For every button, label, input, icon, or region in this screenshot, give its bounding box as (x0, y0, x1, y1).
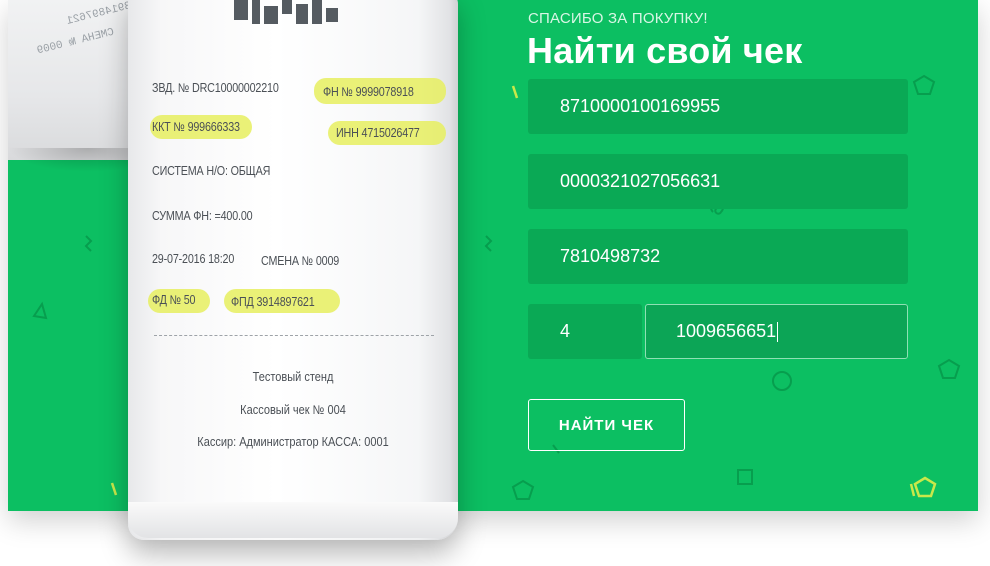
dash-icon (110, 482, 118, 496)
receipt-fd: ФД № 50 (152, 293, 196, 307)
fn-input-value: 8710000100169955 (560, 96, 721, 116)
receipt-stand: Тестовый стенд (252, 370, 334, 384)
receipt-fn: ФН № 9999078918 (323, 85, 414, 99)
receipt-zvd: ЗВД. № DRC10000002210 (152, 81, 279, 95)
background-receipt-line: СМЕНА № 0009 (35, 26, 116, 58)
kkt-input-value: 0000321027056631 (560, 171, 721, 191)
fd-input-value: 4 (560, 321, 571, 341)
receipt-inn: ИНН 4715026477 (336, 126, 420, 140)
fn-input[interactable]: 8710000100169955 (528, 79, 908, 134)
background-receipt-line: 3914897621 (65, 0, 133, 28)
receipt-illustration: ЗВД. № DRC10000002210 ФН № 9999078918 КК… (126, 0, 462, 566)
fpd-input-value: 1009656651 (676, 321, 777, 341)
triangle-icon (32, 301, 48, 320)
square-icon (737, 469, 753, 485)
page-subtitle: СПАСИБО ЗА ПОКУПКУ! (528, 10, 708, 27)
fd-input[interactable]: 4 (528, 304, 642, 359)
receipt-system: СИСТЕМА Н/О: ОБЩАЯ (152, 164, 271, 178)
pentagon-icon (511, 479, 535, 500)
receipt-cashier: Кассир: Администратор КАССА: 0001 (197, 435, 389, 449)
qr-code-icon (234, 0, 338, 24)
text-cursor (777, 321, 779, 342)
receipt-date: 29-07-2016 18:20 (152, 252, 235, 266)
pentagon-icon (937, 358, 961, 379)
inn-input[interactable]: 7810498732 (528, 229, 908, 284)
receipt-shift: СМЕНА № 0009 (261, 254, 340, 268)
receipt-divider (154, 335, 434, 336)
pentagon-icon (912, 74, 936, 95)
kkt-input[interactable]: 0000321027056631 (528, 154, 908, 209)
dash-icon (909, 483, 916, 497)
zigzag-icon (84, 235, 93, 252)
receipt-kkt: ККТ № 999666333 (152, 120, 240, 134)
inn-input-value: 7810498732 (560, 246, 661, 266)
fpd-input[interactable]: 1009656651 (645, 304, 908, 359)
receipt-fpd: ФПД 3914897621 (231, 295, 315, 309)
find-receipt-button[interactable]: НАЙТИ ЧЕК (528, 399, 685, 451)
page-title: Найти свой чек (527, 30, 803, 71)
dash-icon (511, 85, 519, 99)
receipt-curl (128, 502, 458, 538)
circle-icon (772, 371, 792, 391)
receipt-paper: ЗВД. № DRC10000002210 ФН № 9999078918 КК… (128, 0, 458, 540)
zigzag-icon (484, 235, 493, 252)
receipt-sum: СУММА ФН: =400.00 (152, 209, 253, 223)
pentagon-icon (913, 476, 937, 498)
receipt-check-number: Кассовый чек № 004 (240, 403, 346, 417)
